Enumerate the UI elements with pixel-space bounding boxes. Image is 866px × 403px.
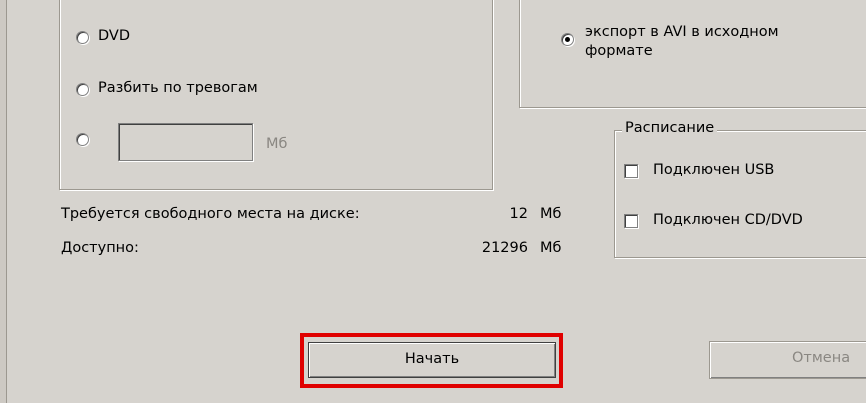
available-space-label: Доступно: [61,240,139,256]
split-size-unit: Мб [266,136,288,152]
checkbox-cd-dvd[interactable] [624,214,638,228]
export-avi-label-line2: формате [585,43,653,59]
export-format-group [519,0,866,108]
window-edge [0,0,7,403]
checkbox-usb-label: Подключен USB [653,162,775,178]
split-size-input[interactable] [118,123,253,161]
checkbox-cd-dvd-label: Подключен CD/DVD [653,212,803,228]
radio-export-avi[interactable] [561,33,574,46]
schedule-group [614,130,866,258]
start-button[interactable]: Начать [308,342,556,378]
available-space-unit: Мб [540,240,562,256]
required-space-unit: Мб [540,206,562,222]
radio-dvd-label: DVD [98,28,130,44]
export-avi-label-line1: экспорт в AVI в исходном [585,24,779,40]
required-space-label: Требуется свободного места на диске: [61,206,360,222]
radio-selected-dot [565,37,570,42]
required-space-value: 12 [509,206,528,222]
radio-split-by-alarms-label: Разбить по тревогам [98,80,258,96]
radio-split-by-size[interactable] [76,133,89,146]
available-space-value: 21296 [481,240,528,256]
radio-split-by-alarms[interactable] [76,83,89,96]
radio-dvd[interactable] [76,31,89,44]
checkbox-usb[interactable] [624,164,638,178]
cancel-button[interactable]: Отмена [709,341,866,379]
schedule-group-legend: Расписание [622,120,718,136]
